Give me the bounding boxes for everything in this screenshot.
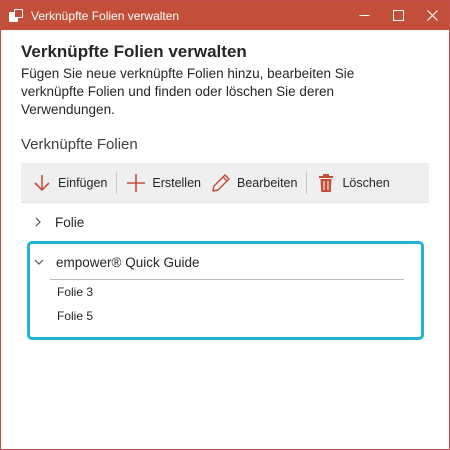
maximize-icon <box>392 10 404 21</box>
dialog-content: Verknüpfte Folien verwalten Fügen Sie ne… <box>1 30 449 340</box>
tree-item-label: Folie <box>55 214 85 230</box>
title-bar[interactable]: Verknüpfte Folien verwalten <box>1 1 449 30</box>
page-description: Fügen Sie neue verknüpfte Folien hinzu, … <box>21 66 355 117</box>
plus-icon <box>126 173 146 193</box>
pencil-icon <box>211 173 231 193</box>
toolbar: Einfügen Erstellen Bearbeiten Löschen <box>21 163 429 203</box>
dialog-window: Verknüpfte Folien verwalten Verknüpfte F… <box>0 0 450 450</box>
section-label: Verknüpfte Folien <box>21 136 138 153</box>
insert-button[interactable]: Einfügen <box>27 163 112 203</box>
insert-label: Einfügen <box>58 175 108 190</box>
list-item[interactable]: Folie 3 <box>30 280 421 304</box>
minimize-button[interactable] <box>347 1 381 30</box>
toolbar-divider <box>306 171 308 194</box>
highlight-box: empower® Quick Guide Folie 3 Folie 5 <box>27 241 424 340</box>
toolbar-divider <box>116 171 118 194</box>
edit-label: Bearbeiten <box>237 175 298 190</box>
minimize-icon <box>359 15 369 16</box>
linked-slides-tree: Folie empower® Quick Guide Folie 3 Folie… <box>21 211 429 340</box>
delete-label: Löschen <box>342 175 390 190</box>
chevron-right-icon[interactable] <box>31 217 45 227</box>
close-icon <box>426 10 438 21</box>
tree-item-quick-guide[interactable]: empower® Quick Guide <box>30 251 421 273</box>
edit-button[interactable]: Bearbeiten <box>206 163 302 203</box>
create-button[interactable]: Erstellen <box>121 163 206 203</box>
create-label: Erstellen <box>152 175 201 190</box>
close-button[interactable] <box>415 1 449 30</box>
chevron-down-icon[interactable] <box>32 258 46 266</box>
maximize-button[interactable] <box>381 1 415 30</box>
page-title: Verknüpfte Folien verwalten <box>21 42 247 61</box>
delete-button[interactable]: Löschen <box>311 163 394 203</box>
tree-item-label: empower® Quick Guide <box>56 254 200 270</box>
trash-icon <box>316 173 336 193</box>
arrow-down-icon <box>32 173 52 193</box>
list-item[interactable]: Folie 5 <box>30 304 421 328</box>
tree-item-folie[interactable]: Folie <box>21 211 429 233</box>
linked-slides-icon <box>9 8 23 23</box>
window-title: Verknüpfte Folien verwalten <box>31 8 180 23</box>
